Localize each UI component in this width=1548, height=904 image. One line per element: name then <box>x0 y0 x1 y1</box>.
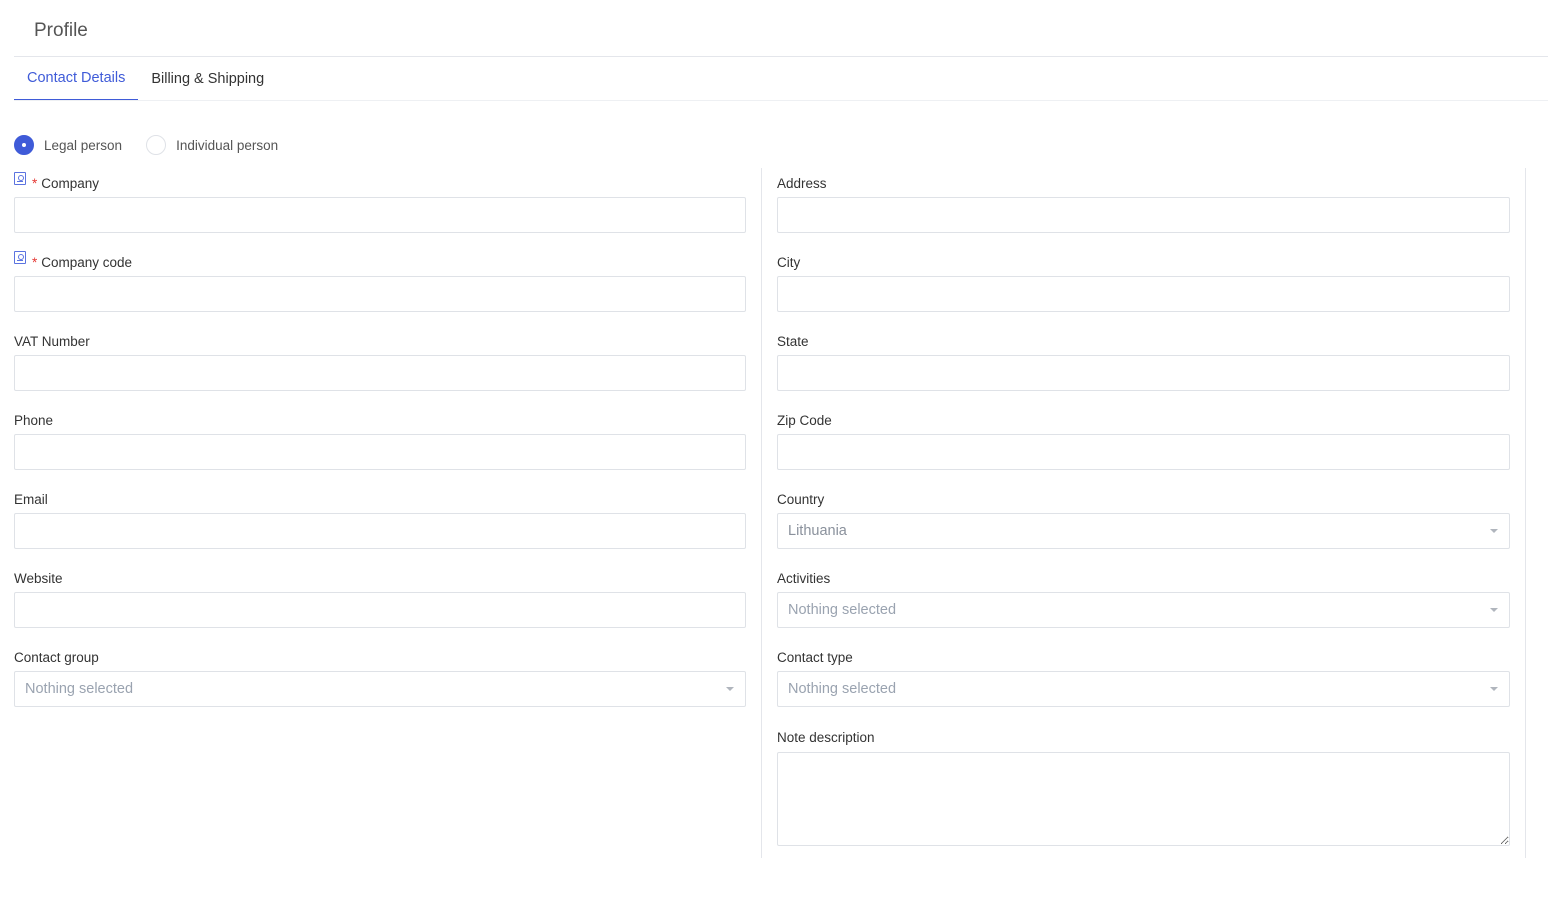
company-code-input[interactable] <box>14 276 746 312</box>
city-label: City <box>777 254 801 270</box>
person-type-radio-group: Legal person Individual person <box>14 135 302 155</box>
note-description-textarea[interactable] <box>777 752 1510 846</box>
email-field: Email <box>14 485 746 564</box>
caret-down-icon <box>1490 687 1498 691</box>
country-label: Country <box>777 491 825 507</box>
radio-checked-icon[interactable] <box>14 135 34 155</box>
vat-number-field: VAT Number <box>14 327 746 406</box>
country-field: Country Lithuania <box>777 485 1510 564</box>
contact-group-label: Contact group <box>14 649 99 665</box>
legal-person-label: Legal person <box>44 137 123 153</box>
address-label: Address <box>777 175 827 191</box>
website-label: Website <box>14 570 63 586</box>
activities-select[interactable]: Nothing selected <box>777 592 1510 628</box>
zip-code-field: Zip Code <box>777 406 1510 485</box>
state-field: State <box>777 327 1510 406</box>
note-description-field: Note description <box>777 722 1510 852</box>
contact-type-label: Contact type <box>777 649 853 665</box>
website-field: Website <box>14 564 746 643</box>
activities-label: Activities <box>777 570 831 586</box>
caret-down-icon <box>1490 529 1498 533</box>
contact-type-field: Contact type Nothing selected <box>777 643 1510 722</box>
country-select[interactable]: Lithuania <box>777 513 1510 549</box>
tabs-divider <box>14 100 1548 101</box>
right-column: Address City State Zip Code Country Lith… <box>777 169 1510 852</box>
caret-down-icon <box>726 687 734 691</box>
company-code-field: * Company code <box>14 248 746 327</box>
vat-number-label: VAT Number <box>14 333 90 349</box>
tab-bar: Contact Details Billing & Shipping <box>14 57 277 101</box>
contact-group-value: Nothing selected <box>25 681 134 697</box>
email-label: Email <box>14 491 48 507</box>
radio-unchecked-icon[interactable] <box>146 135 167 155</box>
contact-type-value: Nothing selected <box>788 681 897 697</box>
activities-field: Activities Nothing selected <box>777 564 1510 643</box>
note-description-label: Note description <box>777 729 875 745</box>
column-divider <box>761 168 762 858</box>
left-column: * Company * Company code VAT Number Phon… <box>14 169 746 722</box>
required-marker: * <box>32 254 38 270</box>
required-marker: * <box>32 175 38 191</box>
country-value: Lithuania <box>788 523 847 539</box>
city-input[interactable] <box>777 276 1510 312</box>
phone-input[interactable] <box>14 434 746 470</box>
page-title: Profile <box>34 20 88 41</box>
email-input[interactable] <box>14 513 746 549</box>
website-input[interactable] <box>14 592 746 628</box>
company-field: * Company <box>14 169 746 248</box>
contact-card-icon[interactable] <box>14 171 26 185</box>
individual-person-radio[interactable]: Individual person <box>146 135 278 155</box>
state-label: State <box>777 333 809 349</box>
caret-down-icon <box>1490 608 1498 612</box>
zip-code-input[interactable] <box>777 434 1510 470</box>
company-label: Company <box>41 175 100 191</box>
address-field: Address <box>777 169 1510 248</box>
contact-type-select[interactable]: Nothing selected <box>777 671 1510 707</box>
right-edge-divider <box>1525 168 1526 858</box>
address-input[interactable] <box>777 197 1510 233</box>
tab-contact-details[interactable]: Contact Details <box>14 57 139 101</box>
contact-group-field: Contact group Nothing selected <box>14 643 746 722</box>
tab-billing-shipping[interactable]: Billing & Shipping <box>138 57 277 101</box>
contact-card-icon[interactable] <box>14 250 26 264</box>
phone-label: Phone <box>14 412 54 428</box>
phone-field: Phone <box>14 406 746 485</box>
city-field: City <box>777 248 1510 327</box>
contact-group-select[interactable]: Nothing selected <box>14 671 746 707</box>
state-input[interactable] <box>777 355 1510 391</box>
zip-code-label: Zip Code <box>777 412 832 428</box>
individual-person-label: Individual person <box>176 137 279 153</box>
legal-person-radio[interactable]: Legal person <box>14 135 122 155</box>
activities-value: Nothing selected <box>788 602 897 618</box>
company-code-label: Company code <box>41 254 133 270</box>
vat-number-input[interactable] <box>14 355 746 391</box>
company-input[interactable] <box>14 197 746 233</box>
